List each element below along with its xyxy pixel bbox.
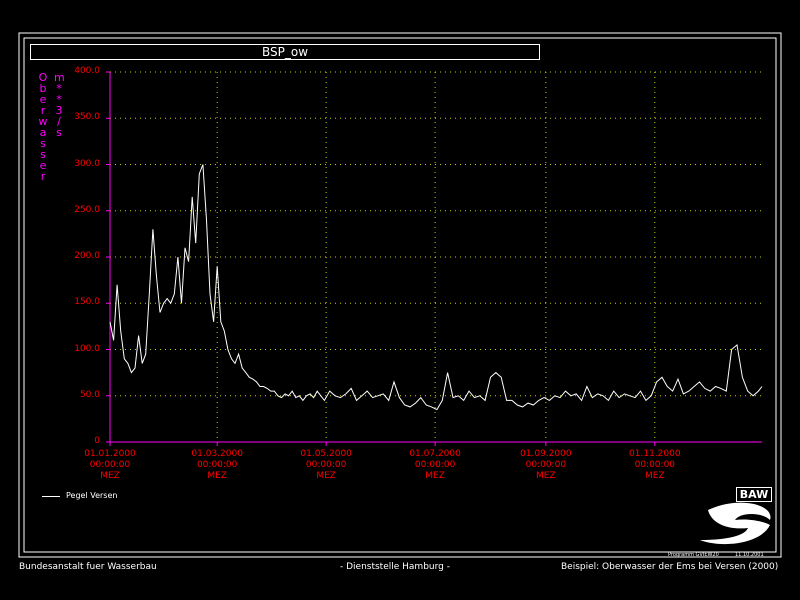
y-axis-unit: m * * 3/s [54,71,65,139]
y-tick-label: 250.0 [74,204,100,215]
footer-center: - Dienststelle Hamburg - [340,562,450,572]
legend-label: Pegel Versen [66,491,118,500]
x-tick-label: 01.11.2000 00:00:00 MEZ [629,449,681,481]
x-tick-label: 01.07.2000 00:00:00 MEZ [409,449,461,481]
program-date: 11.10.2001 [735,552,764,558]
footer-left: Bundesanstalt fuer Wasserbau [19,562,157,572]
y-tick-label: 150.0 [74,297,100,308]
y-tick-label: 50.0 [79,389,100,400]
chart-frame [18,32,782,558]
baw-swoosh-logo [700,502,771,545]
x-tick-label: 01.09.2000 00:00:00 MEZ [520,449,572,481]
y-tick-label: 100.0 [74,343,100,354]
y-tick-label: 0 [94,436,100,446]
series-group [109,164,763,411]
baw-logo-text: BAW [736,487,772,502]
x-tick-label: 01.03.2000 00:00:00 MEZ [191,449,243,481]
chart-title: BSP_ow [30,44,540,60]
y-tick-label: 400.0 [74,66,100,76]
program-name: Programm GVIEW20 [668,552,719,558]
y-tick-label: 200.0 [74,251,100,261]
y-tick-label: 350.0 [74,112,100,123]
series-line-pegel-versen [109,164,763,411]
y-tick-label: 300.0 [74,158,100,169]
footer-right: Beispiel: Oberwasser der Ems bei Versen … [561,562,779,572]
x-tick-label: 01.05.2000 00:00:00 MEZ [300,449,352,481]
axes [106,71,762,446]
legend-line-sample [42,496,60,497]
x-tick-label: 01.01.2000 00:00:00 MEZ [84,449,136,481]
